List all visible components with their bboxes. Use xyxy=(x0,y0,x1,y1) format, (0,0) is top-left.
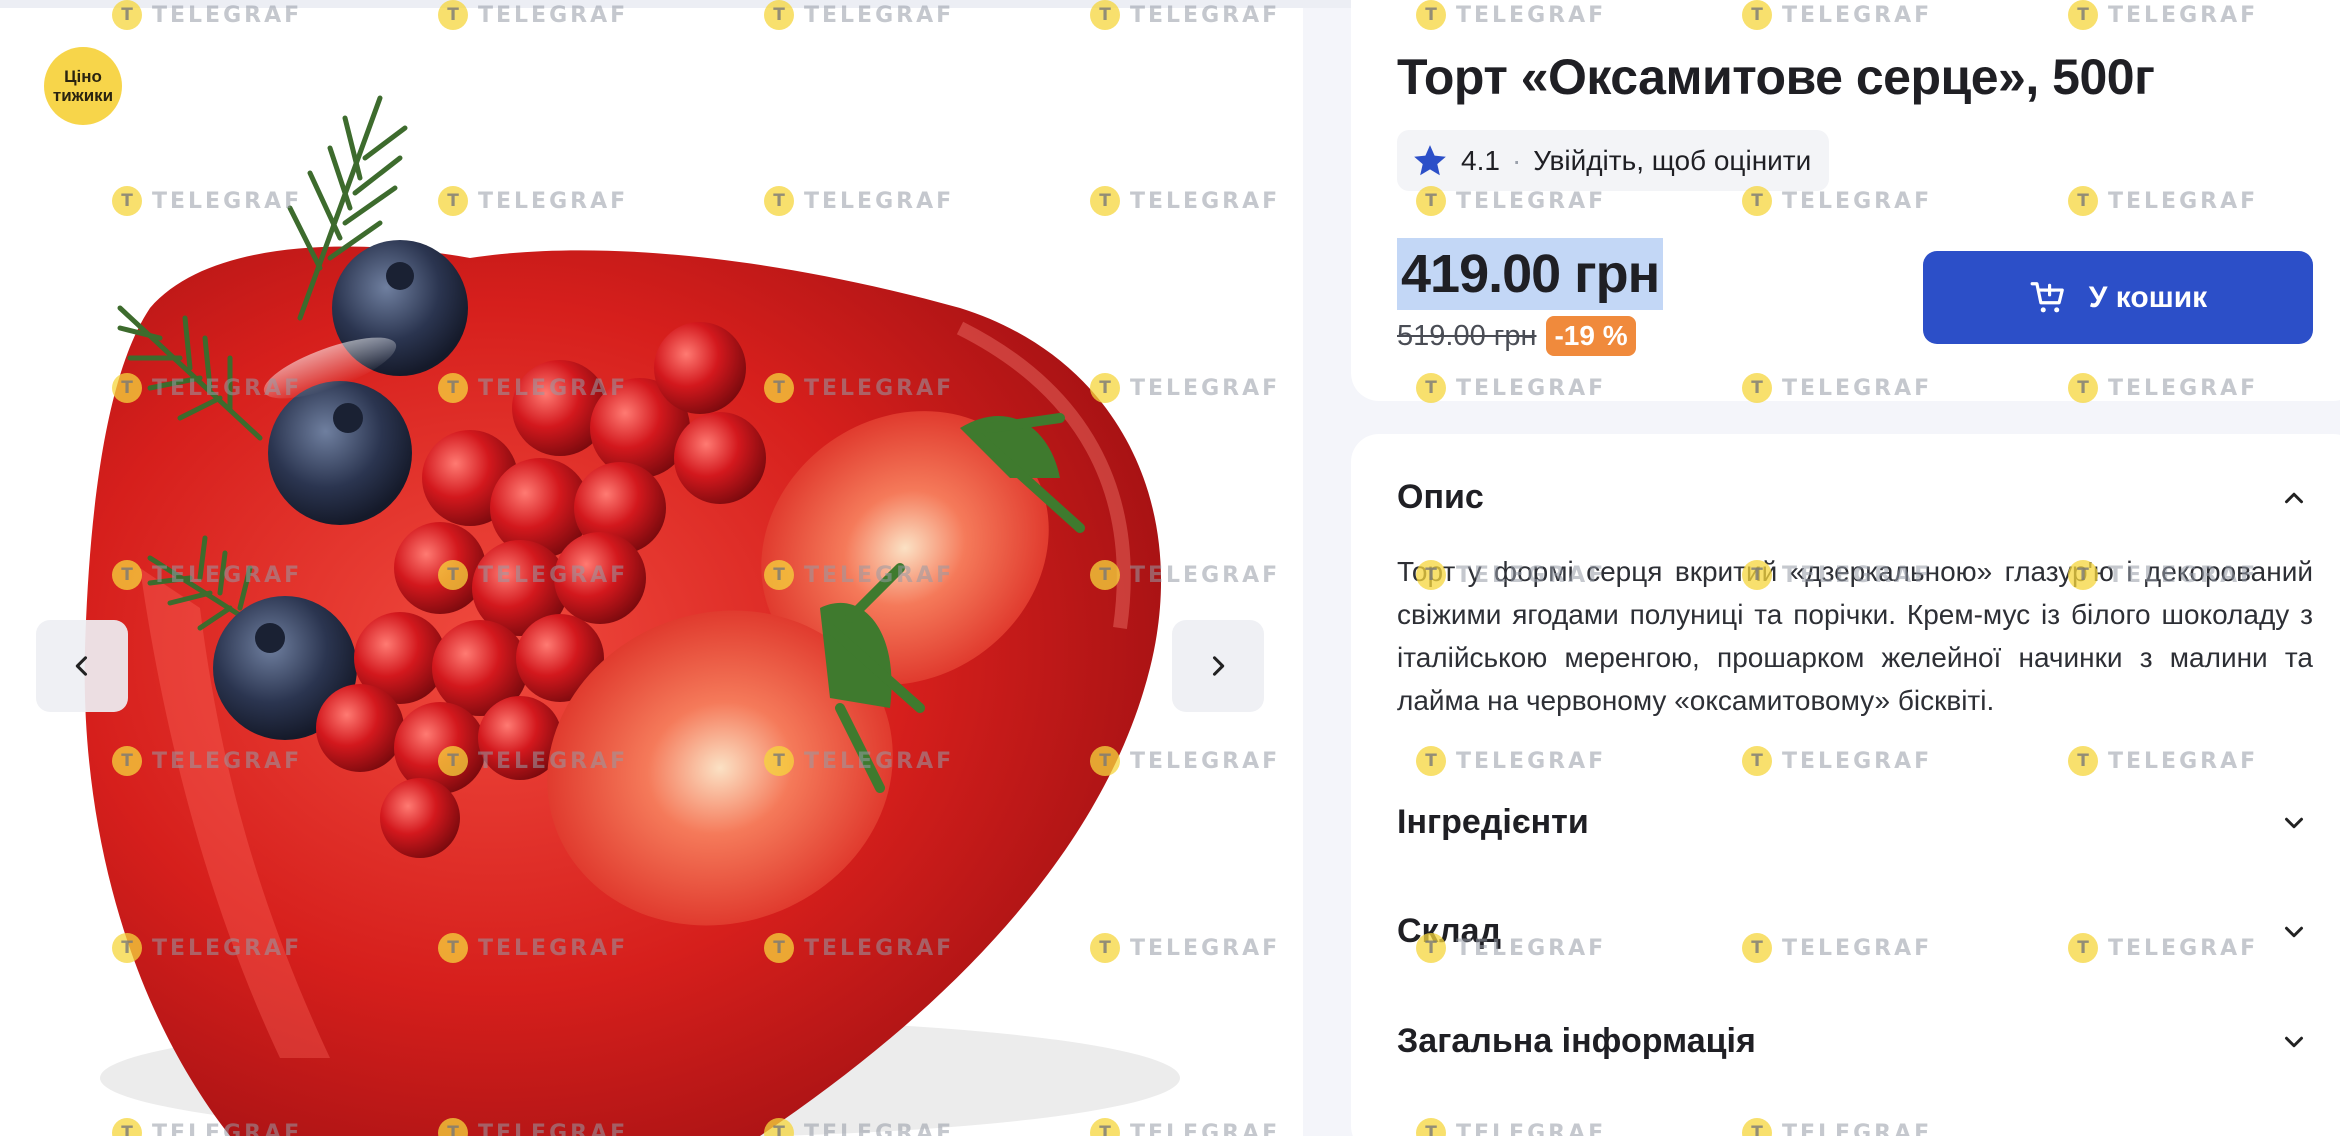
chevron-down-icon xyxy=(2285,926,2303,937)
accordion-ingredients-title: Інгредієнти xyxy=(1397,803,1589,841)
accordion-composition-title: Склад xyxy=(1397,912,1502,950)
gallery-prev-button[interactable] xyxy=(36,620,128,712)
chevron-down-icon xyxy=(2285,817,2303,828)
rating-box: 4.1 · Увійдіть, щоб оцінити xyxy=(1397,130,1830,191)
rating-separator: · xyxy=(1511,144,1522,176)
current-price: 419.00 грн xyxy=(1397,238,1664,310)
product-image xyxy=(84,95,1180,1136)
chevron-left-icon xyxy=(75,656,88,676)
accordion-general-info-header[interactable]: Загальна інформація xyxy=(1397,1022,2309,1061)
accordion-composition-header[interactable]: Склад xyxy=(1397,912,2309,951)
add-to-cart-button[interactable]: У кошик xyxy=(1923,251,2313,344)
product-gallery: Ціно тижики xyxy=(0,8,1303,1136)
gallery-next-button[interactable] xyxy=(1172,620,1264,712)
discount-badge: -19 % xyxy=(1546,316,1636,356)
chevron-right-icon xyxy=(1212,656,1225,676)
accordion-ingredients-header[interactable]: Інгредієнти xyxy=(1397,803,2309,842)
accordion-general-info-title: Загальна інформація xyxy=(1397,1022,1756,1060)
star-icon xyxy=(1414,144,1446,175)
cart-add-icon xyxy=(2030,281,2064,312)
old-price: 519.00 грн xyxy=(1397,319,1537,352)
accordion-description-header[interactable]: Опис xyxy=(1397,478,2309,517)
add-to-cart-label: У кошик xyxy=(2088,280,2208,314)
login-to-rate-link[interactable]: Увійдіть, щоб оцінити xyxy=(1533,145,1811,177)
promo-badge-text: Ціно тижики xyxy=(52,67,114,105)
description-text: Торт у формі серця вкритий «дзеркальною»… xyxy=(1397,556,2313,716)
old-price-row: 519.00 грн -19 % xyxy=(1397,316,1636,356)
rating-value: 4.1 xyxy=(1461,144,1500,176)
accordion-description-title: Опис xyxy=(1397,478,1484,516)
chevron-down-icon xyxy=(2285,1036,2303,1047)
product-title: Торт «Оксамитове серце», 500г xyxy=(1397,49,2155,105)
chevron-up-icon xyxy=(2285,492,2303,503)
promo-badge: Ціно тижики xyxy=(44,47,122,125)
